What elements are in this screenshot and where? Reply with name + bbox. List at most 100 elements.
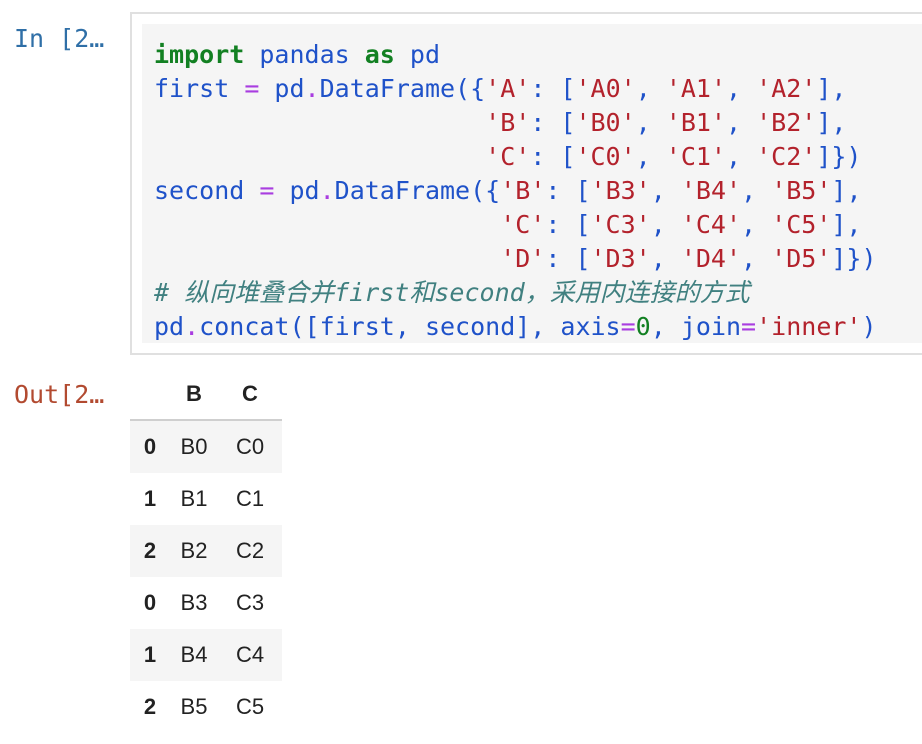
code-token: 'C4' — [680, 210, 742, 239]
table-row: 1 B1 C1 — [130, 473, 282, 525]
code-token: : [ — [530, 142, 576, 171]
row-index: 0 — [143, 590, 157, 615]
cell-b: B2 — [180, 538, 208, 563]
code-token: DataFrame({ — [319, 74, 486, 103]
code-line: second = pd.DataFrame({'B': ['B3', 'B4',… — [154, 176, 862, 205]
code-token: = — [741, 312, 757, 341]
code-token: 'B' — [500, 176, 546, 205]
code-cell[interactable]: import pandas as pd first = pd.DataFrame… — [130, 12, 922, 355]
code-token: 'B5' — [771, 176, 832, 205]
cell-c: C2 — [235, 538, 265, 563]
cell-c: C3 — [235, 590, 265, 615]
cell-c: C4 — [235, 642, 265, 667]
cell-b: B3 — [180, 590, 208, 615]
code-line: 'B': ['B0', 'B1', 'B2'], — [154, 108, 846, 137]
code-token: . — [319, 176, 335, 205]
code-token: import — [154, 40, 245, 69]
code-token: , — [635, 142, 666, 171]
cell-b: B5 — [180, 694, 208, 719]
code-token: , — [726, 108, 757, 137]
code-token: ) — [861, 312, 877, 341]
row-index: 2 — [143, 538, 157, 563]
code-token: , — [741, 176, 772, 205]
code-token: , — [635, 74, 666, 103]
row-index: 2 — [143, 694, 157, 719]
cell-c: C1 — [235, 486, 265, 511]
code-text[interactable]: import pandas as pd first = pd.DataFrame… — [154, 38, 877, 344]
code-token: , — [650, 210, 681, 239]
cell-b: B4 — [180, 642, 208, 667]
column-header-c: C — [218, 369, 282, 421]
code-token: ], — [816, 108, 847, 137]
cell-b: B1 — [180, 486, 208, 511]
code-token: pd — [259, 74, 305, 103]
cell-c: C5 — [235, 694, 265, 719]
code-token: as — [364, 40, 395, 69]
column-header-b: B — [170, 369, 218, 421]
code-line: first = pd.DataFrame({'A': ['A0', 'A1', … — [154, 74, 846, 103]
code-token: pd — [274, 176, 320, 205]
code-token: DataFrame({ — [334, 176, 501, 205]
code-token: : [ — [545, 244, 591, 273]
code-token: 'A1' — [665, 74, 727, 103]
table-row: 0 B3 C3 — [130, 577, 282, 629]
code-token: : [ — [545, 210, 591, 239]
row-index: 1 — [143, 486, 157, 511]
code-token: 'B4' — [680, 176, 742, 205]
code-token: 'B2' — [756, 108, 817, 137]
table-row: 2 B5 C5 — [130, 681, 282, 733]
code-token: first — [154, 74, 245, 103]
code-token: 'inner' — [756, 312, 862, 341]
code-token: , — [635, 108, 666, 137]
code-token: , — [741, 244, 772, 273]
code-token: ]}) — [816, 142, 862, 171]
code-token: second — [154, 176, 260, 205]
index-header — [130, 369, 170, 421]
code-token: . — [304, 74, 320, 103]
code-token: : [ — [545, 176, 591, 205]
row-index: 0 — [143, 434, 157, 459]
code-token: 0 — [635, 312, 651, 341]
code-token: ], — [831, 210, 862, 239]
code-token: pd — [394, 40, 440, 69]
code-token: , — [726, 74, 757, 103]
code-token: 'B3' — [590, 176, 651, 205]
code-token: 'C2' — [756, 142, 817, 171]
output-prompt: Out[2… — [14, 380, 105, 409]
code-token: : [ — [530, 108, 576, 137]
code-token: , — [650, 176, 681, 205]
code-token: 'A' — [485, 74, 531, 103]
code-token: 'C0' — [575, 142, 636, 171]
code-token: 'B1' — [665, 108, 726, 137]
code-token: ], — [831, 176, 862, 205]
code-line: 'C': ['C0', 'C1', 'C2']}) — [154, 142, 861, 171]
code-token: 'A2' — [756, 74, 817, 103]
code-token: 'D4' — [680, 244, 742, 273]
code-editor[interactable]: import pandas as pd first = pd.DataFrame… — [142, 24, 922, 343]
table-row: 0 B0 C0 — [130, 420, 282, 473]
code-token: , join — [650, 312, 742, 341]
code-line: pd.concat([first, second], axis=0, join=… — [154, 312, 877, 341]
code-line: # 纵向堆叠合并first和second，采用内连接的方式 — [154, 278, 750, 307]
cell-c: C0 — [235, 434, 265, 459]
code-token: # 纵向堆叠合并first和second，采用内连接的方式 — [154, 278, 750, 307]
code-token: , — [650, 244, 681, 273]
row-index: 1 — [143, 642, 157, 667]
code-line: import pandas as pd — [154, 40, 440, 69]
code-line: 'D': ['D3', 'D4', 'D5']}) — [154, 244, 876, 273]
code-token: = — [244, 74, 260, 103]
code-token: pandas — [244, 40, 365, 69]
code-token: : [ — [530, 74, 576, 103]
code-token: , — [741, 210, 772, 239]
code-token: 'A0' — [575, 74, 636, 103]
code-token: = — [620, 312, 636, 341]
code-token: 'D3' — [590, 244, 651, 273]
table-header-row: B C — [130, 369, 282, 421]
code-token: ], — [816, 74, 847, 103]
code-token: 'C1' — [665, 142, 726, 171]
code-token: , — [726, 142, 757, 171]
